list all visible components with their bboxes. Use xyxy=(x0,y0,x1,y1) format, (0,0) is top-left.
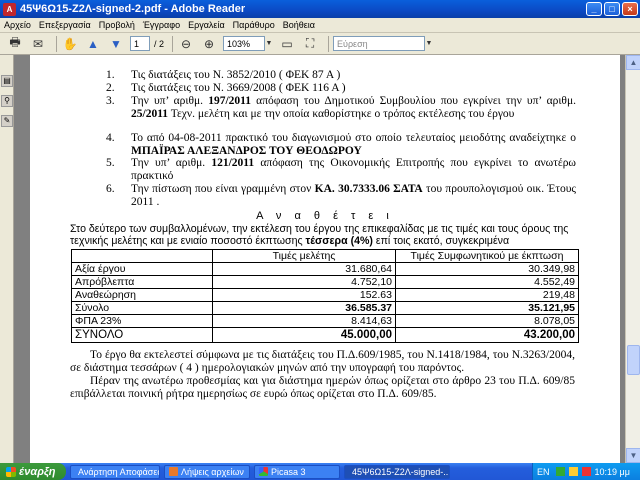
menu-view[interactable]: Προβολή xyxy=(99,20,135,30)
language-indicator[interactable]: EN xyxy=(537,467,550,477)
hand-tool-icon[interactable]: ✋ xyxy=(61,36,79,52)
scroll-thumb[interactable] xyxy=(627,345,640,375)
previous-page-icon[interactable]: ▲ xyxy=(84,36,102,52)
menu-document[interactable]: Έγγραφο xyxy=(143,20,180,30)
minimize-button[interactable]: _ xyxy=(586,2,602,16)
start-button[interactable]: έναρξη xyxy=(0,463,66,480)
title-bar: A 45Ψ6Ω15-Ζ2Λ-signed-2.pdf - Adobe Reade… xyxy=(0,0,640,18)
navigation-panel: ▤ ⚲ ✎ xyxy=(0,55,14,463)
table-row: Αξία έργου 31.680,64 30.349,98 xyxy=(71,262,579,276)
taskbar-item-downloads[interactable]: Λήψεις αρχείων xyxy=(164,464,250,479)
fit-page-icon[interactable]: ▭ xyxy=(278,36,296,52)
page-number-input[interactable]: 1 xyxy=(130,36,150,51)
signatures-tab-icon[interactable]: ✎ xyxy=(1,115,13,127)
windows-flag-icon xyxy=(6,466,16,477)
table-header-row: Τιμές μελέτης Τιμές Συμφωνητικού με έκπτ… xyxy=(71,249,579,263)
table-row: Αναθεώρηση 152.63 219,48 xyxy=(71,288,579,302)
firefox-icon xyxy=(169,467,178,476)
next-page-icon[interactable]: ▼ xyxy=(107,36,125,52)
vertical-scrollbar[interactable]: ▲ ▼ xyxy=(625,55,640,463)
table-row: ΦΠΑ 23% 8.414,63 8.078,05 xyxy=(71,314,579,328)
fit-width-icon[interactable]: ⛶ xyxy=(301,36,319,52)
page-total: / 2 xyxy=(154,38,165,49)
menu-window[interactable]: Παράθυρο xyxy=(233,20,275,30)
zoom-dropdown-icon[interactable]: ▼ xyxy=(265,36,273,52)
table-row: ΣΥΝΟΛΟ 45.000,00 43.200,00 xyxy=(71,327,579,343)
menu-file[interactable]: Αρχείο xyxy=(4,20,31,30)
document-viewer: ▤ ⚲ ✎ 1. Τις διατάξεις του Ν. 3852/2010 … xyxy=(0,55,640,463)
maximize-button[interactable]: □ xyxy=(604,2,620,16)
search-input[interactable]: Εύρεση xyxy=(333,36,426,51)
security-icon[interactable] xyxy=(581,467,591,476)
menu-help[interactable]: Βοήθεια xyxy=(283,20,315,30)
close-button[interactable]: × xyxy=(622,2,638,16)
zoom-select[interactable]: 103% xyxy=(223,36,266,51)
window-title: 45Ψ6Ω15-Ζ2Λ-signed-2.pdf - Adobe Reader xyxy=(20,3,246,15)
network-icon[interactable] xyxy=(555,467,565,476)
toolbar-separator xyxy=(328,35,330,52)
system-tray: EN 10:19 μμ xyxy=(532,463,640,480)
menu-edit[interactable]: Επεξεργασία xyxy=(39,20,91,30)
menu-bar: Αρχείο Επεξεργασία Προβολή Έγγραφο Εργαλ… xyxy=(0,18,640,33)
table-row: Σύνολο 36.585.37 35.121,95 xyxy=(71,301,579,315)
menu-tools[interactable]: Εργαλεία xyxy=(188,20,225,30)
taskbar-item-picasa[interactable]: Picasa 3 xyxy=(254,464,340,479)
adobe-reader-icon: A xyxy=(3,2,16,16)
table-row: Απρόβλεπτα 4.752,10 4.552,49 xyxy=(71,275,579,289)
scroll-up-icon[interactable]: ▲ xyxy=(626,55,640,70)
pdf-page: 1. Τις διατάξεις του Ν. 3852/2010 ( ΦΕΚ … xyxy=(30,55,620,463)
attachments-tab-icon[interactable]: ⚲ xyxy=(1,95,13,107)
pages-tab-icon[interactable]: ▤ xyxy=(1,75,13,87)
section-heading: Α ν α θ έ τ ε ι xyxy=(256,210,394,222)
picasa-icon xyxy=(259,467,268,476)
toolbar-separator xyxy=(56,35,57,52)
print-icon[interactable]: 🖶 xyxy=(6,35,24,52)
volume-icon[interactable] xyxy=(568,467,578,476)
taskbar-item-adobe-reader[interactable]: 45Ψ6Ω15-Ζ2Λ-signed-... xyxy=(344,464,450,479)
taskbar-item-browser[interactable]: Ανάρτηση Αποφάσεω... xyxy=(70,464,160,479)
toolbar: 🖶 ✉ ✋ ▲ ▼ 1 / 2 ⊖ ⊕ 103% ▼ ▭ ⛶ Εύρεση ▼ xyxy=(0,33,640,55)
zoom-in-icon[interactable]: ⊕ xyxy=(200,36,218,52)
scroll-down-icon[interactable]: ▼ xyxy=(626,448,640,463)
search-dropdown-icon[interactable]: ▼ xyxy=(425,36,433,52)
email-icon[interactable]: ✉ xyxy=(29,36,47,52)
toolbar-separator xyxy=(172,35,174,52)
penalty-paragraph: Πέραν της ανωτέρω προθεσμίας και για διά… xyxy=(70,375,575,400)
zoom-out-icon[interactable]: ⊖ xyxy=(177,36,195,52)
intro-paragraph: Στο δεύτερο των συμβαλλομένων, την εκτέλ… xyxy=(70,223,569,247)
cost-table: Τιμές μελέτης Τιμές Συμφωνητικού με έκπτ… xyxy=(71,249,579,343)
clock: 10:19 μμ xyxy=(594,466,630,477)
taskbar: έναρξη Ανάρτηση Αποφάσεω... Λήψεις αρχεί… xyxy=(0,463,640,480)
execution-paragraph: Το έργο θα εκτελεστεί σύμφωνα με τις δια… xyxy=(70,349,575,374)
